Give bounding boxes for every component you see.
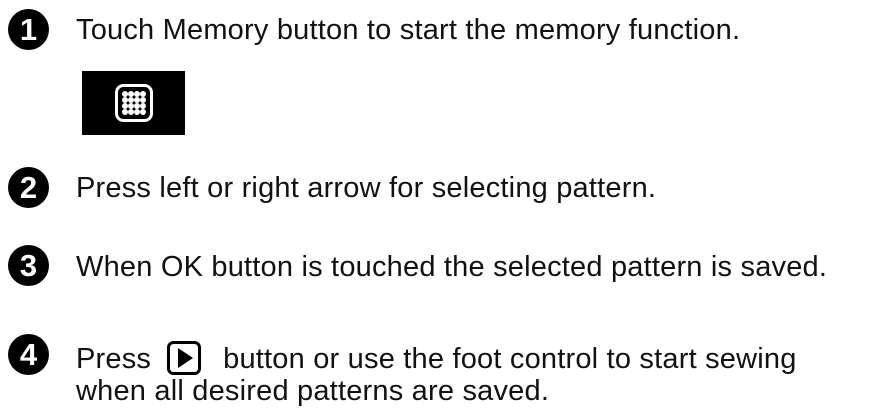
memory-button[interactable] [82,71,185,135]
step-4-line-2: when all desired patterns are saved. [76,375,550,407]
step-2-number: 2 [8,167,49,208]
step-4-text-before: Press [76,343,152,375]
step-1-text: Touch Memory button to start the memory … [76,14,741,46]
step-4-line-1: Press button or use the foot control to … [76,341,797,377]
step-2-text: Press left or right arrow for selecting … [76,172,657,204]
memory-grid-icon [114,84,153,122]
play-icon [167,341,202,376]
step-1-number: 1 [8,9,49,50]
step-3-text: When OK button is touched the selected p… [76,251,828,283]
step-4-number: 4 [8,334,49,375]
play-button[interactable] [167,341,202,376]
step-3-number: 3 [8,245,49,286]
step-4-text-after: button or use the foot control to start … [223,343,797,375]
